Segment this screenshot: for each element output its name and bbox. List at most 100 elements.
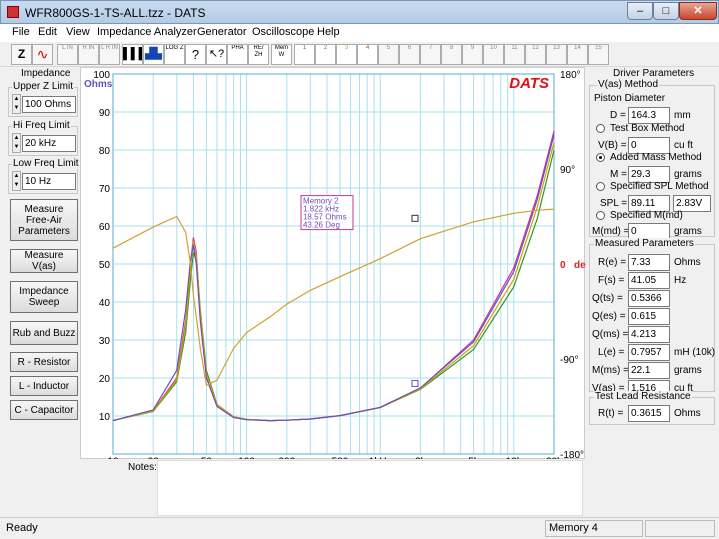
y2-tick-label: -90° [560, 355, 578, 366]
bar-chart-icon[interactable]: ▟▙ [143, 44, 164, 65]
menu-view[interactable]: View [66, 26, 90, 38]
re-zh-button[interactable]: RE/ ZH [248, 44, 269, 65]
test-box-label: Test Box Method [610, 123, 685, 134]
sine-icon[interactable]: ∿ [32, 44, 53, 65]
y-tick-label: 30 [99, 336, 111, 347]
menu-edit[interactable]: Edit [38, 26, 57, 38]
impedance-sweep-button[interactable]: Impedance Sweep [10, 281, 78, 313]
close-button[interactable]: ✕ [679, 2, 717, 20]
upper-z-limit-field[interactable]: 100 Ohms [22, 96, 76, 113]
measured-label: L(e) = [598, 347, 625, 358]
bars-icon[interactable]: ▌▌▌ [122, 44, 143, 65]
series-line-3 [112, 142, 555, 422]
vas-method-label: V(as) Method [597, 79, 660, 90]
series-line-1 [112, 149, 555, 422]
hi-freq-limit-group: Hi Freq Limit ▲ ▼ 20 kHz [8, 120, 78, 156]
maximize-button[interactable]: □ [653, 2, 679, 20]
y-tick-label: 60 [99, 222, 111, 233]
measured-label: Q(ms) = [592, 329, 629, 340]
r-resistor-button[interactable]: R - Resistor [10, 352, 78, 372]
menu-file[interactable]: File [12, 26, 30, 38]
z-mode-button[interactable]: Z [11, 44, 32, 65]
status-text: Ready [6, 522, 38, 534]
memory-8-button[interactable]: 8 [441, 44, 462, 65]
specified-mmd-radio[interactable] [596, 211, 605, 220]
c-capacitor-button[interactable]: C - Capacitor [10, 400, 78, 420]
log-z-button[interactable]: LOG Z [164, 44, 185, 65]
rub-and-buzz-button[interactable]: Rub and Buzz [10, 321, 78, 345]
memory-5-button[interactable]: 5 [378, 44, 399, 65]
left-in-button[interactable]: L IN [57, 44, 78, 65]
y-tick-label: 90 [99, 108, 111, 119]
memory-2-button[interactable]: 2 [315, 44, 336, 65]
y-tick-label: 20 [99, 374, 111, 385]
notes-area: Notes: [80, 459, 585, 517]
memory-write-button[interactable]: Mem W [271, 44, 292, 65]
memory-13-button[interactable]: 13 [546, 44, 567, 65]
notes-textbox[interactable] [157, 460, 583, 516]
context-help-icon[interactable]: ↖? [206, 44, 227, 65]
hi-freq-spinner[interactable]: ▲ ▼ [12, 133, 21, 153]
measured-value[interactable]: 0.5366 [628, 290, 670, 307]
memory-1-button[interactable]: 1 [294, 44, 315, 65]
low-freq-spinner[interactable]: ▲ ▼ [12, 171, 21, 191]
low-freq-limit-field[interactable]: 10 Hz [22, 173, 76, 190]
memory-7-button[interactable]: 7 [420, 44, 441, 65]
menu-impedance-analyzer[interactable]: Impedance Analyzer [97, 26, 197, 38]
y-unit-ohms: Ohms [84, 79, 113, 90]
memory-11-button[interactable]: 11 [504, 44, 525, 65]
measured-value[interactable]: 4.213 [628, 326, 670, 343]
memory-6-button[interactable]: 6 [399, 44, 420, 65]
measured-parameters-title: Measured Parameters [594, 238, 695, 249]
memory-9-button[interactable]: 9 [462, 44, 483, 65]
memory-3-button[interactable]: 3 [336, 44, 357, 65]
hi-freq-limit-field[interactable]: 20 kHz [22, 135, 76, 152]
memory-15-button[interactable]: 15 [588, 44, 609, 65]
cursor-marker-phase [411, 214, 419, 222]
menu-oscilloscope[interactable]: Oscilloscope [252, 26, 314, 38]
measured-value[interactable]: 0.7957 [628, 344, 670, 361]
menu-bar: File Edit View Impedance Analyzer Genera… [0, 24, 719, 42]
upper-z-limit-label: Upper Z Limit [12, 81, 75, 92]
test-lead-resistance-title: Test Lead Resistance [594, 391, 692, 402]
y2-tick-label: 0 [560, 260, 566, 271]
driver-parameters-panel: Driver Parameters V(as) Method Piston Di… [587, 67, 719, 517]
piston-diameter-label: Piston Diameter [594, 93, 666, 104]
memory-10-button[interactable]: 10 [483, 44, 504, 65]
measured-value[interactable]: 0.615 [628, 308, 670, 325]
measured-value[interactable]: 22.1 [628, 362, 670, 379]
mmd-method-label: Specified M(md) [610, 210, 683, 221]
series-line-2 [112, 130, 555, 422]
phase-button[interactable]: PHA [227, 44, 248, 65]
memory-14-button[interactable]: 14 [567, 44, 588, 65]
menu-help[interactable]: Help [317, 26, 340, 38]
memory-12-button[interactable]: 12 [525, 44, 546, 65]
hi-freq-limit-label: Hi Freq Limit [12, 120, 71, 131]
added-mass-radio[interactable] [596, 153, 605, 162]
y2-tick-label: 180° [560, 70, 581, 81]
measure-vas-button[interactable]: Measure V(as) [10, 249, 78, 273]
mmd-label: M(md) = [592, 226, 630, 237]
low-freq-limit-label: Low Freq Limit [12, 158, 80, 169]
specified-spl-radio[interactable] [596, 182, 605, 191]
measured-value[interactable]: 41.05 [628, 272, 670, 289]
measured-label: Q(es) = [592, 311, 626, 322]
impedance-plot[interactable]: 100 90 80 70 60 50 40 30 20 10 Ohms 180° 90° 0 -90° -18… [80, 67, 586, 460]
measured-label: F(s) = [598, 275, 625, 286]
menu-generator[interactable]: Generator [197, 26, 247, 38]
rt-field[interactable]: 0.3615 [628, 405, 670, 422]
help-icon[interactable]: ? [185, 44, 206, 65]
piston-diameter-field[interactable]: 164.3 [628, 107, 670, 124]
test-box-radio[interactable] [596, 124, 605, 133]
measured-label: Q(ts) = [592, 293, 623, 304]
upper-z-spinner[interactable]: ▲ ▼ [12, 94, 21, 114]
right-in-button[interactable]: R IN [78, 44, 99, 65]
left-right-in-button[interactable]: L R IN [99, 44, 120, 65]
memory-4-button[interactable]: 4 [357, 44, 378, 65]
impedance-chart[interactable]: 100908070605040302010Ohms180°90°0-90°-18… [81, 68, 586, 460]
l-inductor-button[interactable]: L - Inductor [10, 376, 78, 396]
minimize-button[interactable]: – [627, 2, 653, 20]
measure-free-air-button[interactable]: Measure Free-Air Parameters [10, 199, 78, 241]
measured-value[interactable]: 7.33 [628, 254, 670, 271]
impedance-panel: Impedance Upper Z Limit ▲ ▼ 100 Ohms Hi F… [5, 67, 80, 517]
